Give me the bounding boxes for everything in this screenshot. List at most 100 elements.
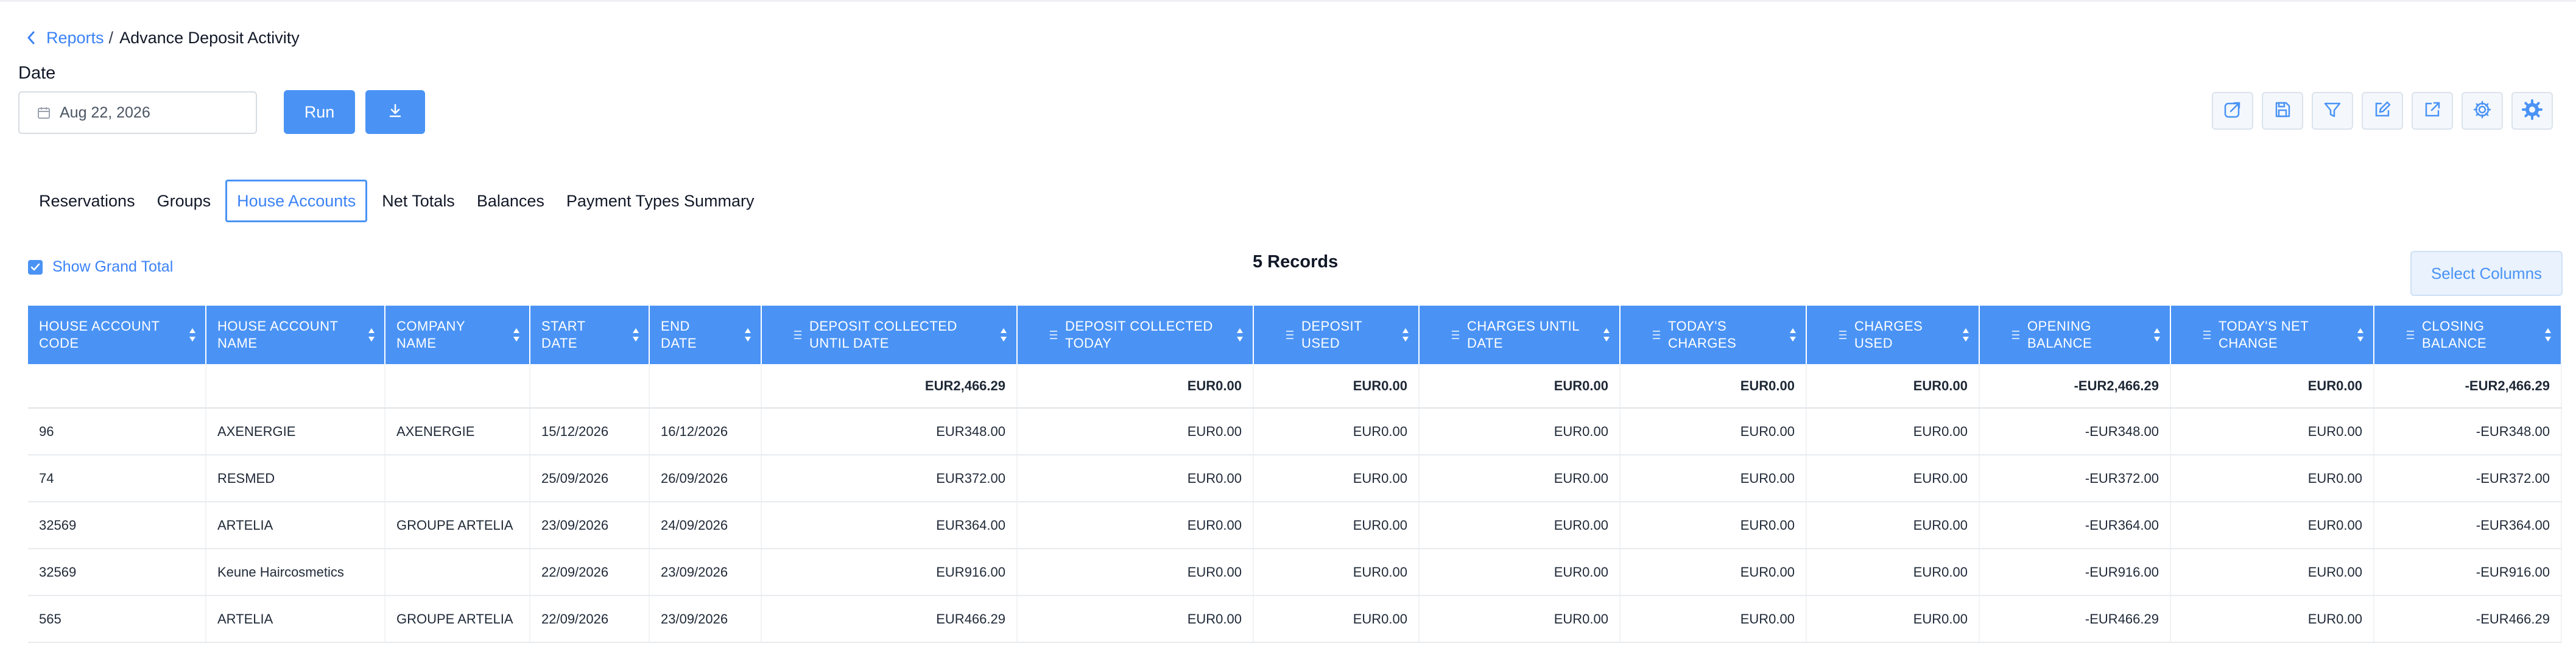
select-columns-button[interactable]: Select Columns [2410,251,2563,296]
table-cell: 23/09/2026 [649,595,762,643]
table-cell: EUR0.00 [1620,502,1807,549]
edit-button[interactable] [2362,92,2403,130]
save-icon [2273,100,2292,122]
table-cell: EUR0.00 [2170,595,2374,643]
column-drag-icon [1286,331,1293,339]
table-cell: EUR0.00 [1253,549,1420,596]
column-header-label: HOUSE ACCOUNT NAME [217,318,339,351]
column-header[interactable]: COMPANY NAME [385,306,530,364]
table-row[interactable]: 32569 Keune Haircosmetics 22/09/2026 23/09/… [28,549,2562,596]
table-cell: EUR0.00 [2170,502,2374,549]
table-cell: EUR0.00 [1806,549,1980,596]
total-cell: EUR2,466.29 [761,364,1018,409]
sort-icon[interactable] [2356,327,2365,343]
column-drag-icon [1050,331,1057,339]
tab-groups[interactable]: Groups [146,180,222,222]
column-header-label: CHARGES UNTIL DATE [1467,318,1580,351]
table-cell: 96 [28,408,206,455]
column-drag-icon [2407,331,2414,339]
column-header[interactable]: END DATE [649,306,762,364]
tab-reservations[interactable]: Reservations [28,180,146,222]
table-cell: EUR372.00 [761,455,1018,502]
column-header[interactable]: CLOSING BALANCE [2374,306,2562,364]
breadcrumb-reports-link[interactable]: Reports [46,29,104,47]
table-cell: EUR0.00 [1017,502,1254,549]
run-button[interactable]: Run [284,90,355,134]
table-cell: GROUPE ARTELIA [385,595,530,643]
share-edit-icon [2222,99,2243,123]
sort-icon[interactable] [2153,327,2161,343]
sort-icon[interactable] [2544,327,2552,343]
page-title: Advance Deposit Activity [119,28,300,47]
column-header[interactable]: HOUSE ACCOUNT CODE [28,306,206,364]
table-cell: EUR916.00 [761,549,1018,596]
date-label: Date [18,63,56,83]
table-cell: EUR0.00 [1419,595,1621,643]
total-cell: EUR0.00 [1806,364,1980,409]
download-button[interactable] [365,90,425,134]
column-drag-icon [2012,331,2019,339]
column-header[interactable]: OPENING BALANCE [1979,306,2171,364]
column-header[interactable]: DEPOSIT USED [1253,306,1420,364]
table-cell: -EUR916.00 [1979,549,2171,596]
sort-icon[interactable] [1236,327,1244,343]
column-header[interactable]: TODAY'S CHARGES [1620,306,1807,364]
column-header[interactable]: START DATE [530,306,650,364]
table-cell: -EUR372.00 [1979,455,2171,502]
sort-icon[interactable] [744,327,752,343]
settings-button[interactable] [2462,92,2503,130]
total-cell [28,364,206,409]
table-cell: -EUR466.29 [1979,595,2171,643]
tab-payment-types-summary[interactable]: Payment Types Summary [555,180,765,222]
sort-icon[interactable] [632,327,640,343]
table-cell: 23/09/2026 [649,549,762,596]
table-cell: EUR0.00 [1017,595,1254,643]
column-header[interactable]: TODAY'S NET CHANGE [2170,306,2374,364]
sort-icon[interactable] [367,327,376,343]
save-button[interactable] [2262,92,2303,130]
date-value: Aug 22, 2026 [60,104,150,121]
column-header[interactable]: DEPOSIT COLLECTED UNTIL DATE [761,306,1018,364]
table-cell: Keune Haircosmetics [206,549,385,596]
date-picker-input[interactable]: Aug 22, 2026 [18,91,257,134]
table-cell: EUR0.00 [1620,549,1807,596]
column-drag-icon [1839,331,1846,339]
table-cell: 15/12/2026 [530,408,650,455]
total-cell [530,364,650,409]
tab-house-accounts[interactable]: House Accounts [225,180,368,222]
sort-icon[interactable] [512,327,521,343]
sort-icon[interactable] [1962,327,1970,343]
table-cell: GROUPE ARTELIA [385,502,530,549]
show-grand-total-toggle[interactable]: Show Grand Total [28,258,173,276]
grand-total-checkbox[interactable] [28,259,43,275]
table-header-row: HOUSE ACCOUNT CODE HOUSE ACCOUNT NAME COMPAN… [28,306,2562,364]
chevron-left-icon[interactable] [24,31,38,44]
table-row[interactable]: 74 RESMED 25/09/2026 26/09/2026 EUR372.00 EUR… [28,455,2562,502]
tab-net-totals[interactable]: Net Totals [371,180,466,222]
column-header[interactable]: CHARGES USED [1806,306,1980,364]
total-cell: -EUR2,466.29 [2374,364,2562,409]
table-row[interactable]: 32569 ARTELIA GROUPE ARTELIA 23/09/2026 24/0… [28,502,2562,549]
sort-icon[interactable] [188,327,197,343]
table-cell: EUR0.00 [2170,408,2374,455]
column-header-label: DEPOSIT COLLECTED UNTIL DATE [809,318,957,351]
export-button[interactable] [2412,92,2453,130]
column-header[interactable]: DEPOSIT COLLECTED TODAY [1017,306,1254,364]
tab-balances[interactable]: Balances [466,180,555,222]
sort-icon[interactable] [1602,327,1611,343]
sort-icon[interactable] [999,327,1008,343]
advanced-settings-button[interactable] [2511,92,2553,130]
top-divider [0,0,2576,2]
calendar-icon [37,105,51,120]
sort-icon[interactable] [1789,327,1797,343]
column-header[interactable]: CHARGES UNTIL DATE [1419,306,1621,364]
table-cell: 565 [28,595,206,643]
column-header-label: CHARGES USED [1854,318,1923,351]
column-header[interactable]: HOUSE ACCOUNT NAME [206,306,385,364]
filter-button[interactable] [2312,92,2353,130]
table-cell: RESMED [206,455,385,502]
sort-icon[interactable] [1401,327,1410,343]
table-row[interactable]: 96 AXENERGIE AXENERGIE 15/12/2026 16/12/2026… [28,408,2562,455]
table-row[interactable]: 565 ARTELIA GROUPE ARTELIA 22/09/2026 23/09/… [28,595,2562,643]
share-edit-button[interactable] [2212,92,2253,130]
